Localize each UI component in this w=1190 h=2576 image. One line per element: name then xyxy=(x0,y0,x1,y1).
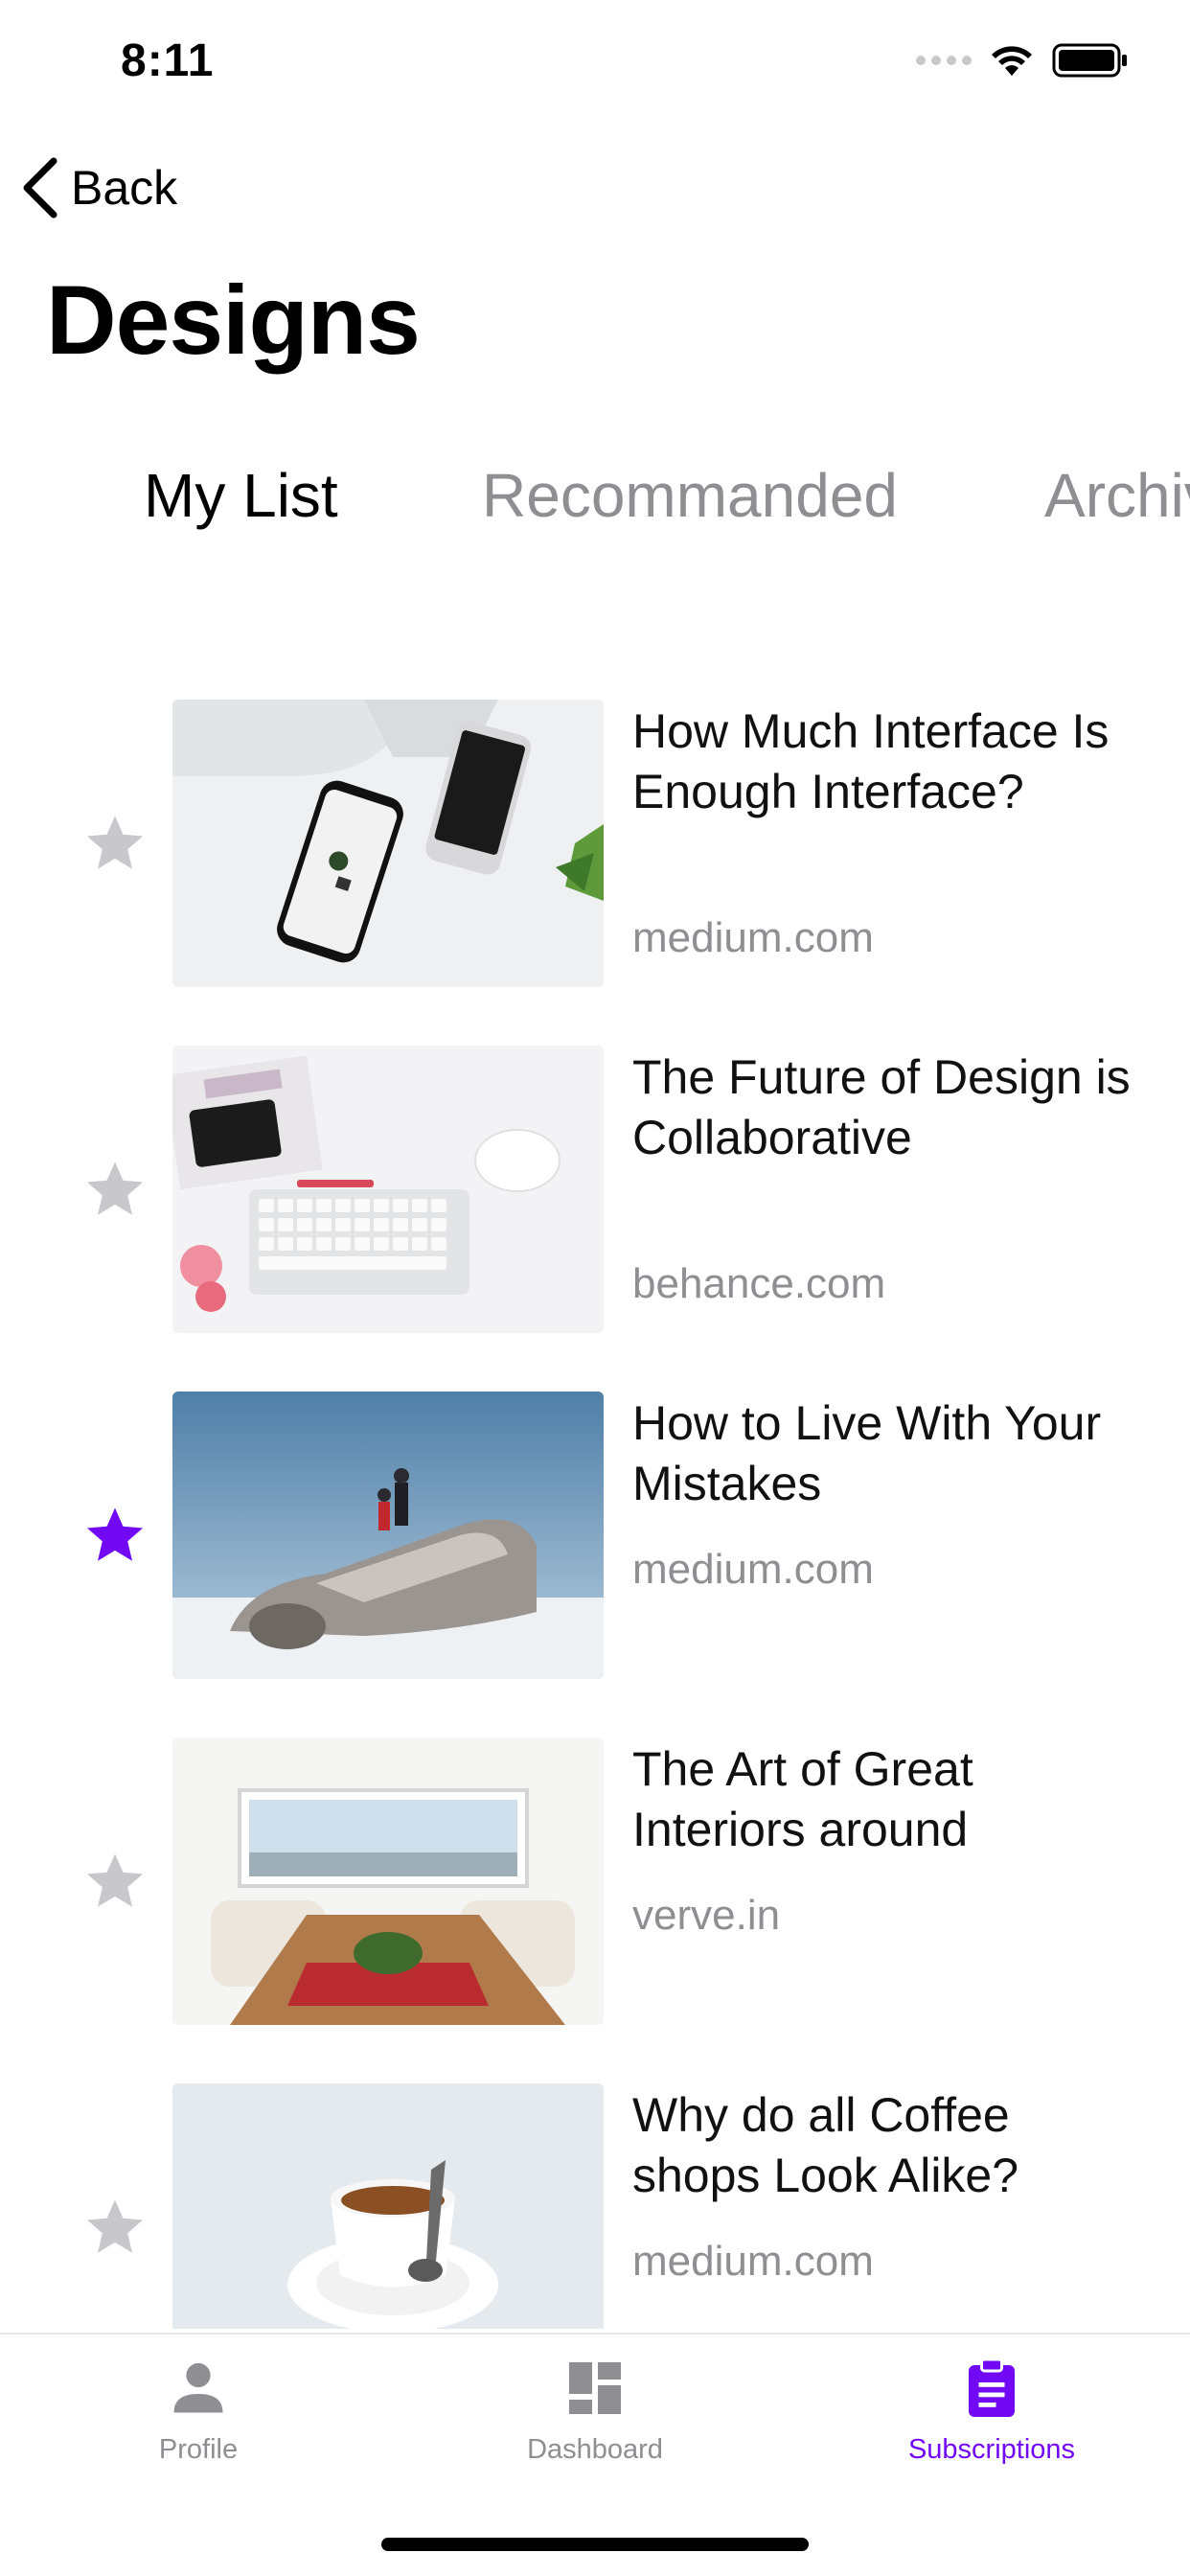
star-icon[interactable] xyxy=(80,809,149,878)
list-item[interactable]: How Much Interface Is Enough Interface? … xyxy=(0,700,1190,987)
person-icon xyxy=(173,2362,223,2413)
article-title: The Future of Design is Collaborative xyxy=(632,1050,1131,1164)
signal-icon xyxy=(916,56,972,65)
chevron-left-icon xyxy=(23,157,57,218)
tab-bar-label: Subscriptions xyxy=(907,2434,1076,2465)
list-item[interactable]: The Future of Design is Collaborative be… xyxy=(0,1046,1190,1333)
page-title: Designs xyxy=(46,265,421,375)
tab-bar-label: Dashboard xyxy=(527,2434,663,2465)
clipboard-icon xyxy=(969,2358,1015,2417)
tab-bar-label: Profile xyxy=(158,2434,239,2465)
back-label: Back xyxy=(71,161,178,215)
list-item[interactable]: How to Live With Your Mistakes medium.co… xyxy=(0,1392,1190,1679)
wifi-icon xyxy=(992,46,1032,76)
list-item[interactable]: Why do all Coffee shops Look Alike? medi… xyxy=(0,2083,1190,2329)
home-indicator[interactable] xyxy=(381,2538,809,2551)
star-icon[interactable] xyxy=(80,2193,149,2262)
dashboard-icon xyxy=(569,2362,621,2414)
tab-strip: My List Recommanded Archived xyxy=(0,450,1190,546)
tab-bar-profile[interactable]: Profile xyxy=(0,2334,397,2488)
article-title: How to Live With Your Mistakes xyxy=(632,1396,1102,1510)
article-source: behance.com xyxy=(632,1260,886,1307)
article-source: medium.com xyxy=(632,1546,874,1593)
back-button[interactable]: Back xyxy=(19,153,177,222)
article-source: verve.in xyxy=(632,1892,781,1939)
keyboard-desk-photo xyxy=(172,1046,604,1333)
battery-icon xyxy=(1052,43,1127,78)
coffee-cup-photo xyxy=(172,2083,604,2329)
plane-wreck-photo xyxy=(172,1392,604,1679)
tab-my-list[interactable]: My List xyxy=(144,460,338,531)
tab-bar-dashboard[interactable]: Dashboard xyxy=(397,2334,793,2488)
tab-bar-subscriptions[interactable]: Subscriptions xyxy=(793,2334,1190,2488)
tab-archived[interactable]: Archived xyxy=(1044,460,1190,531)
star-icon[interactable] xyxy=(80,1501,149,1570)
article-title: How Much Interface Is Enough Interface? xyxy=(632,704,1110,818)
phone-desk-photo xyxy=(172,700,604,987)
article-title: Why do all Coffee shops Look Alike? xyxy=(632,2088,1019,2202)
star-icon[interactable] xyxy=(80,1847,149,1916)
article-source: medium.com xyxy=(632,914,874,961)
article-list: How Much Interface Is Enough Interface? … xyxy=(0,700,1190,2329)
article-title: The Art of Great Interiors around xyxy=(632,1742,973,1856)
status-bar: 8:11 xyxy=(0,0,1190,126)
list-item[interactable]: The Art of Great Interiors around verve.… xyxy=(0,1737,1190,2025)
tab-recommanded[interactable]: Recommanded xyxy=(482,460,898,531)
article-source: medium.com xyxy=(632,2238,874,2285)
status-icons xyxy=(916,42,1129,79)
status-time: 8:11 xyxy=(121,35,215,86)
interior-table-photo xyxy=(172,1737,604,2025)
star-icon[interactable] xyxy=(80,1155,149,1224)
